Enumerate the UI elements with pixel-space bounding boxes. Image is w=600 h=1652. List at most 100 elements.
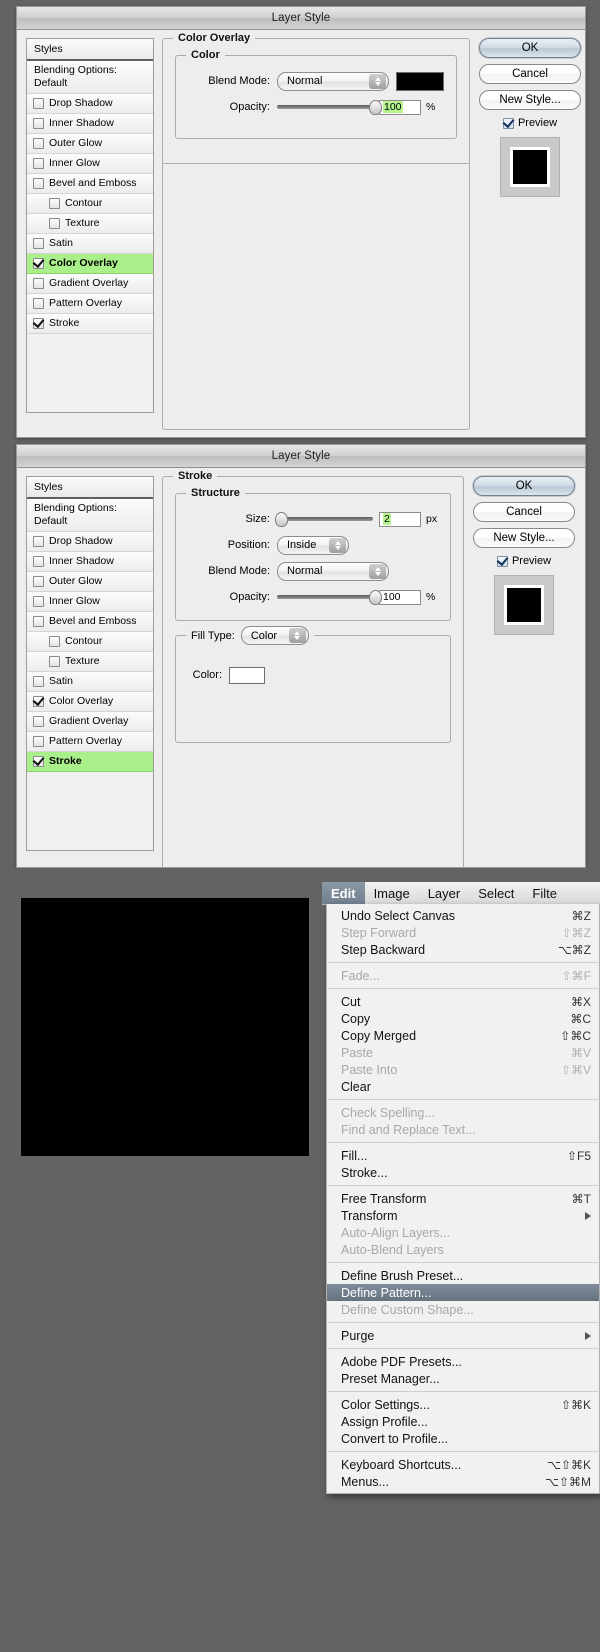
style-row-stroke[interactable]: Stroke	[27, 752, 153, 772]
slider-knob[interactable]	[369, 100, 382, 115]
style-row-satin[interactable]: Satin	[27, 672, 153, 692]
style-row-inner-glow[interactable]: Inner Glow	[27, 154, 153, 174]
menu-bar[interactable]: Edit Image Layer Select Filte	[322, 882, 600, 905]
size-slider[interactable]	[275, 512, 373, 527]
style-row-gradient-overlay[interactable]: Gradient Overlay	[27, 712, 153, 732]
style-checkbox-drop-shadow[interactable]	[33, 98, 44, 109]
menu-item-paste[interactable]: Paste ⌘V	[327, 1044, 599, 1061]
size-input[interactable]: 2	[379, 511, 421, 527]
style-row-outer-glow[interactable]: Outer Glow	[27, 572, 153, 592]
style-row-color-overlay[interactable]: Color Overlay	[27, 254, 153, 274]
menu-item-purge[interactable]: Purge	[327, 1327, 599, 1344]
menu-item-free-transform[interactable]: Free Transform ⌘T	[327, 1190, 599, 1207]
style-row-color-overlay[interactable]: Color Overlay	[27, 692, 153, 712]
style-row-texture[interactable]: Texture	[27, 652, 153, 672]
menu-item-fade[interactable]: Fade... ⇧⌘F	[327, 967, 599, 984]
menu-item-define-custom-shape[interactable]: Define Custom Shape...	[327, 1301, 599, 1318]
menu-item-undo-select-canvas[interactable]: Undo Select Canvas ⌘Z	[327, 907, 599, 924]
overlay-color-swatch[interactable]	[396, 71, 444, 91]
stroke-color-swatch[interactable]	[229, 666, 265, 684]
style-row-inner-shadow[interactable]: Inner Shadow	[27, 114, 153, 134]
preview-toggle-2[interactable]: Preview	[496, 555, 551, 567]
menu-item-find-and-replace-text[interactable]: Find and Replace Text...	[327, 1121, 599, 1138]
style-checkbox-bevel-and-emboss[interactable]	[33, 616, 44, 627]
style-checkbox-stroke[interactable]	[33, 318, 44, 329]
menubar-item-select[interactable]: Select	[469, 884, 523, 903]
preview-toggle[interactable]: Preview	[502, 117, 557, 129]
style-checkbox-inner-shadow[interactable]	[33, 556, 44, 567]
menu-item-check-spelling[interactable]: Check Spelling...	[327, 1104, 599, 1121]
menu-item-adobe-pdf-presets[interactable]: Adobe PDF Presets...	[327, 1353, 599, 1370]
style-row-blending-options[interactable]: Blending Options: Default	[27, 499, 153, 532]
styles-list[interactable]: Styles Blending Options: Default Drop Shad…	[26, 38, 154, 413]
style-checkbox-satin[interactable]	[33, 238, 44, 249]
style-checkbox-contour[interactable]	[49, 198, 60, 209]
style-checkbox-contour[interactable]	[49, 636, 60, 647]
style-row-satin[interactable]: Satin	[27, 234, 153, 254]
style-checkbox-bevel-and-emboss[interactable]	[33, 178, 44, 189]
edit-menu-dropdown[interactable]: Undo Select Canvas ⌘Z Step Forward ⇧⌘Z Step …	[326, 904, 600, 1494]
image-canvas[interactable]	[22, 899, 308, 1155]
menu-item-assign-profile[interactable]: Assign Profile...	[327, 1413, 599, 1430]
style-checkbox-pattern-overlay[interactable]	[33, 736, 44, 747]
menu-item-auto-blend-layers[interactable]: Auto-Blend Layers	[327, 1241, 599, 1258]
style-row-outer-glow[interactable]: Outer Glow	[27, 134, 153, 154]
slider-knob-size[interactable]	[275, 512, 288, 527]
style-row-inner-shadow[interactable]: Inner Shadow	[27, 552, 153, 572]
blend-mode-select-2[interactable]: Normal	[277, 561, 389, 581]
style-row-drop-shadow[interactable]: Drop Shadow	[27, 94, 153, 114]
menubar-item-filte[interactable]: Filte	[523, 884, 566, 903]
preview-checkbox[interactable]	[502, 117, 514, 129]
styles-list-header[interactable]: Styles	[27, 39, 153, 61]
style-checkbox-inner-shadow[interactable]	[33, 118, 44, 129]
style-row-gradient-overlay[interactable]: Gradient Overlay	[27, 274, 153, 294]
menu-item-transform[interactable]: Transform	[327, 1207, 599, 1224]
style-checkbox-color-overlay[interactable]	[33, 696, 44, 707]
style-checkbox-outer-glow[interactable]	[33, 138, 44, 149]
style-checkbox-inner-glow[interactable]	[33, 596, 44, 607]
style-checkbox-satin[interactable]	[33, 676, 44, 687]
ok-button-2[interactable]: OK	[473, 476, 575, 496]
menubar-item-layer[interactable]: Layer	[419, 884, 470, 903]
style-row-pattern-overlay[interactable]: Pattern Overlay	[27, 294, 153, 314]
menu-item-step-forward[interactable]: Step Forward ⇧⌘Z	[327, 924, 599, 941]
styles-list-2[interactable]: Styles Blending Options: Default Drop Shad…	[26, 476, 154, 851]
style-checkbox-gradient-overlay[interactable]	[33, 716, 44, 727]
menu-item-define-brush-preset[interactable]: Define Brush Preset...	[327, 1267, 599, 1284]
style-checkbox-stroke[interactable]	[33, 756, 44, 767]
menu-item-auto-align-layers[interactable]: Auto-Align Layers...	[327, 1224, 599, 1241]
menu-item-clear[interactable]: Clear	[327, 1078, 599, 1095]
style-checkbox-inner-glow[interactable]	[33, 158, 44, 169]
slider-knob-2[interactable]	[369, 590, 382, 605]
style-checkbox-color-overlay[interactable]	[33, 258, 44, 269]
menu-item-fill[interactable]: Fill... ⇧F5	[327, 1147, 599, 1164]
menu-item-convert-to-profile[interactable]: Convert to Profile...	[327, 1430, 599, 1447]
new-style-button[interactable]: New Style...	[479, 90, 581, 110]
menu-item-copy-merged[interactable]: Copy Merged ⇧⌘C	[327, 1027, 599, 1044]
menu-item-copy[interactable]: Copy ⌘C	[327, 1010, 599, 1027]
position-select[interactable]: Inside	[277, 535, 349, 555]
style-row-pattern-overlay[interactable]: Pattern Overlay	[27, 732, 153, 752]
styles-list-header[interactable]: Styles	[27, 477, 153, 499]
menu-item-menus[interactable]: Menus... ⌥⇧⌘M	[327, 1473, 599, 1490]
style-row-texture[interactable]: Texture	[27, 214, 153, 234]
menu-item-define-pattern[interactable]: Define Pattern...	[327, 1284, 599, 1301]
style-row-inner-glow[interactable]: Inner Glow	[27, 592, 153, 612]
style-checkbox-texture[interactable]	[49, 656, 60, 667]
cancel-button[interactable]: Cancel	[479, 64, 581, 84]
opacity-slider-2[interactable]	[277, 590, 382, 605]
preview-checkbox-2[interactable]	[496, 555, 508, 567]
style-row-contour[interactable]: Contour	[27, 632, 153, 652]
fill-type-select[interactable]: Color	[240, 626, 309, 645]
style-row-bevel-and-emboss[interactable]: Bevel and Emboss	[27, 174, 153, 194]
style-checkbox-outer-glow[interactable]	[33, 576, 44, 587]
menubar-item-image[interactable]: Image	[365, 884, 419, 903]
menu-item-color-settings[interactable]: Color Settings... ⇧⌘K	[327, 1396, 599, 1413]
menu-item-step-backward[interactable]: Step Backward ⌥⌘Z	[327, 941, 599, 958]
style-row-blending-options[interactable]: Blending Options: Default	[27, 61, 153, 94]
menu-item-stroke[interactable]: Stroke...	[327, 1164, 599, 1181]
menu-item-paste-into[interactable]: Paste Into ⇧⌘V	[327, 1061, 599, 1078]
style-row-stroke[interactable]: Stroke	[27, 314, 153, 334]
style-checkbox-texture[interactable]	[49, 218, 60, 229]
menubar-item-edit[interactable]: Edit	[322, 882, 365, 904]
